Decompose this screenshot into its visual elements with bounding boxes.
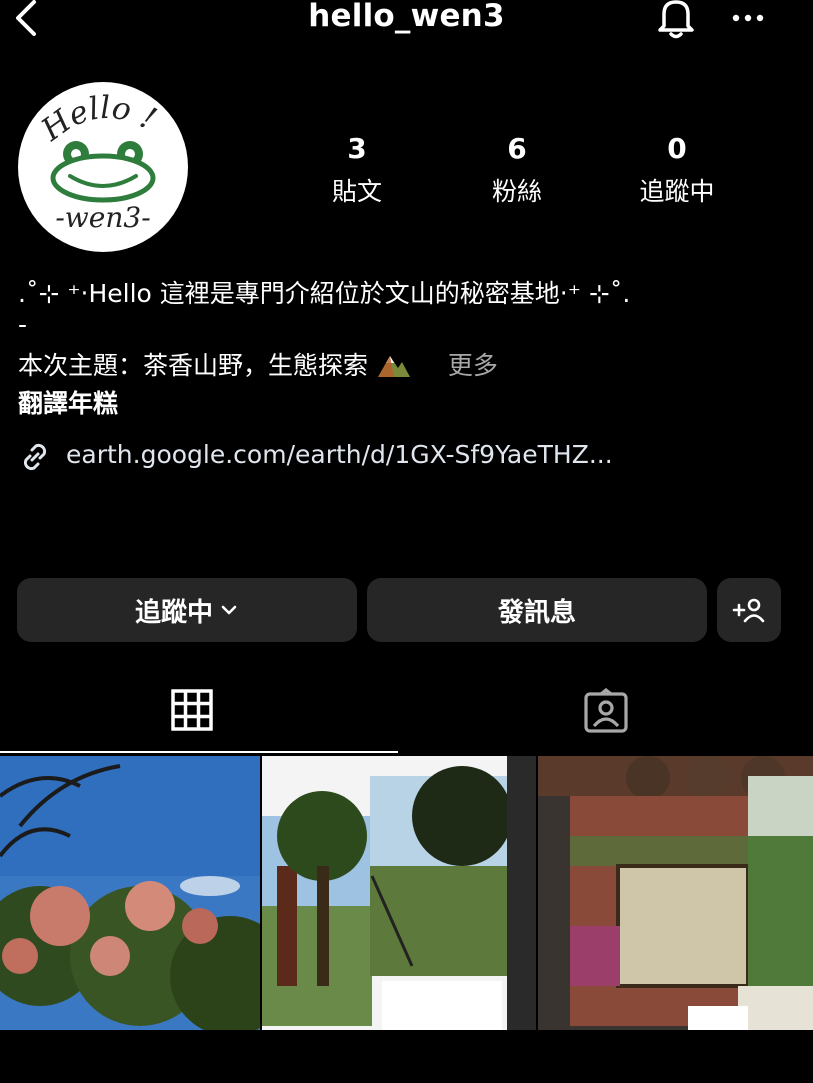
following-button-label: 追蹤中 <box>134 597 213 628</box>
tagged-person-icon <box>584 687 628 733</box>
followers-count[interactable]: 6 <box>457 132 577 165</box>
bottom-area <box>0 1030 813 1083</box>
bio-topic: 本次主題：茶香山野，生態探索 <box>18 351 369 380</box>
suggest-user-button[interactable] <box>717 578 781 642</box>
tree-sky-photo <box>0 756 260 1030</box>
tab-tagged[interactable] <box>583 687 629 738</box>
add-person-icon <box>732 598 765 623</box>
bio-line-3: 本次主題：茶香山野，生態探索 更多 <box>18 346 498 382</box>
translate-link[interactable]: 翻譯年糕 <box>18 384 118 420</box>
following-label[interactable]: 追蹤中 <box>617 172 737 208</box>
posts-label[interactable]: 貼文 <box>297 172 417 208</box>
avatar[interactable]: Hello ! -wen3- <box>18 82 188 252</box>
svg-text:-wen3-: -wen3- <box>55 201 150 234</box>
frog-logo: Hello ! -wen3- <box>34 90 162 234</box>
profile-link[interactable]: earth.google.com/earth/d/1GX-Sf9YaeTHZ..… <box>66 440 613 469</box>
message-button[interactable]: 發訊息 <box>367 578 707 642</box>
link-icon <box>23 443 47 471</box>
post-thumbnail-3[interactable] <box>538 756 813 1030</box>
following-count[interactable]: 0 <box>617 132 737 165</box>
tea-factory-photo <box>538 756 813 1030</box>
active-tab-indicator <box>0 751 398 753</box>
more-horizontal-icon <box>732 14 764 22</box>
bio-line-1: .˚⊹ ⁺‧Hello 這裡是專門介紹位於文山的秘密基地‧⁺ ⊹˚. <box>18 279 631 308</box>
following-button[interactable]: 追蹤中 <box>17 578 357 642</box>
bio-line-2: - <box>18 310 28 339</box>
post-thumbnail-1[interactable] <box>0 756 260 1030</box>
bio-more-link[interactable]: 更多 <box>448 351 498 380</box>
svg-text:Hello !: Hello ! <box>34 90 162 149</box>
message-button-label: 發訊息 <box>497 597 576 628</box>
mountain-emoji-icon <box>377 356 410 377</box>
posts-count[interactable]: 3 <box>297 132 417 165</box>
collage-photo <box>262 756 536 1030</box>
tab-posts-grid[interactable] <box>170 688 214 736</box>
bell-icon <box>658 0 694 39</box>
post-thumbnail-2[interactable] <box>262 756 536 1030</box>
followers-label[interactable]: 粉絲 <box>457 172 577 208</box>
grid-icon <box>171 689 213 731</box>
notifications-button[interactable] <box>652 0 700 44</box>
chevron-down-icon <box>221 605 237 615</box>
more-options-button[interactable] <box>730 8 770 28</box>
